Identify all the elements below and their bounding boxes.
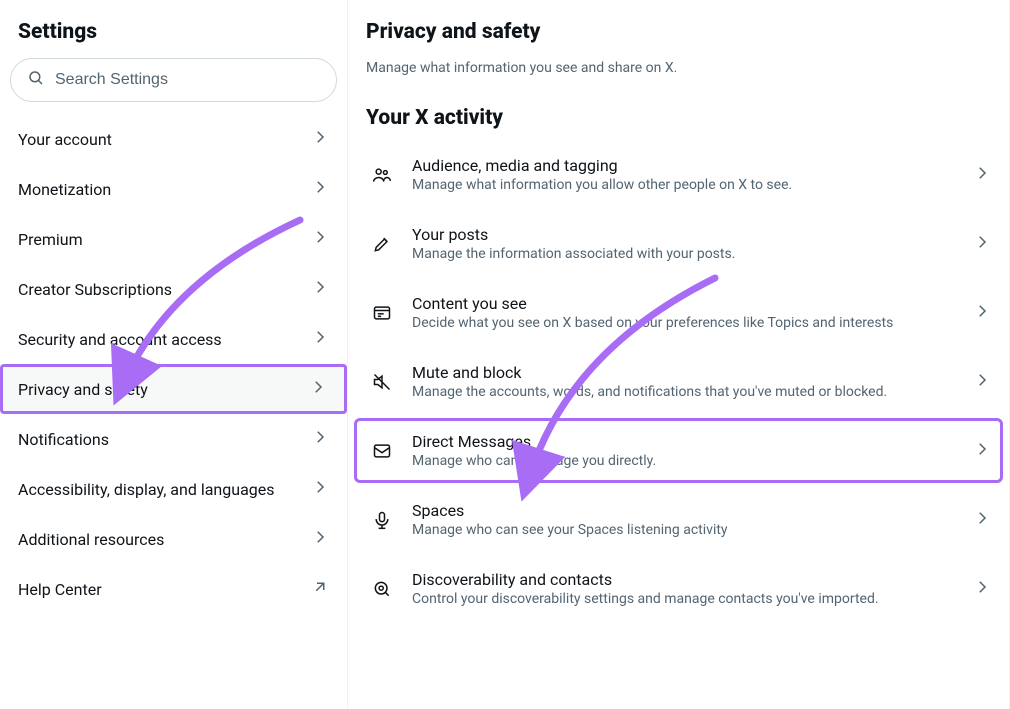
- row-title: Content you see: [412, 294, 955, 313]
- chevron-right-icon: [311, 428, 329, 450]
- sidebar-item-label: Premium: [18, 230, 311, 249]
- search-settings[interactable]: [10, 58, 337, 102]
- sidebar-item-notifications[interactable]: Notifications: [0, 414, 347, 464]
- sidebar-item-creator-subscriptions[interactable]: Creator Subscriptions: [0, 264, 347, 314]
- row-body: Discoverability and contacts Control your…: [412, 570, 955, 607]
- settings-row-audience-media-and-tagging[interactable]: Audience, media and tagging Manage what i…: [348, 140, 1009, 209]
- sidebar-item-privacy-and-safety[interactable]: Privacy and safety: [0, 364, 347, 414]
- sidebar-item-label: Additional resources: [18, 530, 311, 549]
- content-icon: [370, 303, 394, 323]
- sidebar-item-label: Notifications: [18, 430, 311, 449]
- chevron-right-icon: [973, 233, 991, 255]
- pencil-icon: [370, 234, 394, 254]
- row-subtitle: Manage what information you allow other …: [412, 177, 955, 193]
- chevron-right-icon: [973, 509, 991, 531]
- page-title: Privacy and safety: [348, 10, 1009, 60]
- settings-row-mute-and-block[interactable]: Mute and block Manage the accounts, words…: [348, 347, 1009, 416]
- row-body: Audience, media and tagging Manage what i…: [412, 156, 955, 193]
- chevron-right-icon: [973, 302, 991, 324]
- sidebar-item-help-center[interactable]: Help Center: [0, 564, 347, 614]
- sidebar-item-label: Help Center: [18, 580, 311, 599]
- chevron-right-icon: [973, 440, 991, 462]
- settings-row-spaces[interactable]: Spaces Manage who can see your Spaces lis…: [348, 485, 1009, 554]
- chevron-right-icon: [311, 528, 329, 550]
- chevron-right-icon: [311, 128, 329, 150]
- settings-main: Privacy and safety Manage what informati…: [348, 0, 1010, 709]
- row-body: Your posts Manage the information associa…: [412, 225, 955, 262]
- sidebar-item-label: Security and account access: [18, 330, 311, 349]
- row-title: Discoverability and contacts: [412, 570, 955, 589]
- chevron-right-icon: [973, 371, 991, 393]
- sidebar-item-security-and-account-access[interactable]: Security and account access: [0, 314, 347, 364]
- search-input[interactable]: [55, 71, 320, 89]
- settings-row-discoverability-and-contacts[interactable]: Discoverability and contacts Control your…: [348, 554, 1009, 623]
- sidebar-item-label: Monetization: [18, 180, 311, 199]
- settings-row-your-posts[interactable]: Your posts Manage the information associa…: [348, 209, 1009, 278]
- sidebar-item-monetization[interactable]: Monetization: [0, 164, 347, 214]
- row-body: Spaces Manage who can see your Spaces lis…: [412, 501, 955, 538]
- chevron-right-icon: [309, 378, 327, 400]
- chevron-right-icon: [311, 278, 329, 300]
- row-subtitle: Decide what you see on X based on your p…: [412, 315, 955, 331]
- row-title: Your posts: [412, 225, 955, 244]
- mute-icon: [370, 372, 394, 392]
- sidebar-item-premium[interactable]: Premium: [0, 214, 347, 264]
- chevron-right-icon: [311, 328, 329, 350]
- row-body: Content you see Decide what you see on X …: [412, 294, 955, 331]
- sidebar-item-additional-resources[interactable]: Additional resources: [0, 514, 347, 564]
- row-title: Mute and block: [412, 363, 955, 382]
- row-body: Mute and block Manage the accounts, words…: [412, 363, 955, 400]
- page-description: Manage what information you see and shar…: [348, 60, 1009, 98]
- section-title: Your X activity: [348, 98, 1009, 140]
- row-subtitle: Manage who can see your Spaces listening…: [412, 522, 955, 538]
- settings-sidebar: Settings Your account Monetization Premium…: [0, 0, 348, 709]
- row-body: Direct Messages Manage who can message yo…: [412, 432, 955, 469]
- settings-title: Settings: [0, 10, 347, 58]
- row-title: Spaces: [412, 501, 955, 520]
- activity-rows: Audience, media and tagging Manage what i…: [348, 140, 1009, 623]
- row-subtitle: Manage the accounts, words, and notifica…: [412, 384, 955, 400]
- sidebar-item-label: Privacy and safety: [18, 380, 309, 399]
- sidebar-item-your-account[interactable]: Your account: [0, 114, 347, 164]
- row-subtitle: Control your discoverability settings an…: [412, 591, 955, 607]
- row-subtitle: Manage who can message you directly.: [412, 453, 955, 469]
- sidebar-item-label: Creator Subscriptions: [18, 280, 311, 299]
- chevron-right-icon: [311, 478, 329, 500]
- sidebar-item-label: Accessibility, display, and languages: [18, 480, 311, 499]
- row-subtitle: Manage the information associated with y…: [412, 246, 955, 262]
- envelope-icon: [370, 441, 394, 461]
- chevron-right-icon: [311, 228, 329, 250]
- mic-icon: [370, 510, 394, 530]
- settings-row-content-you-see[interactable]: Content you see Decide what you see on X …: [348, 278, 1009, 347]
- sidebar-item-accessibility-display-and-languages[interactable]: Accessibility, display, and languages: [0, 464, 347, 514]
- row-title: Audience, media and tagging: [412, 156, 955, 175]
- search-icon: [27, 69, 45, 91]
- audience-icon: [370, 165, 394, 185]
- settings-row-direct-messages[interactable]: Direct Messages Manage who can message yo…: [354, 418, 1003, 483]
- chevron-right-icon: [973, 164, 991, 186]
- chevron-right-icon: [973, 578, 991, 600]
- sidebar-item-label: Your account: [18, 130, 311, 149]
- row-title: Direct Messages: [412, 432, 955, 451]
- settings-nav: Your account Monetization Premium Creator S…: [0, 114, 347, 614]
- chevron-right-icon: [311, 178, 329, 200]
- discover-icon: [370, 579, 394, 599]
- external-link-icon: [311, 578, 329, 600]
